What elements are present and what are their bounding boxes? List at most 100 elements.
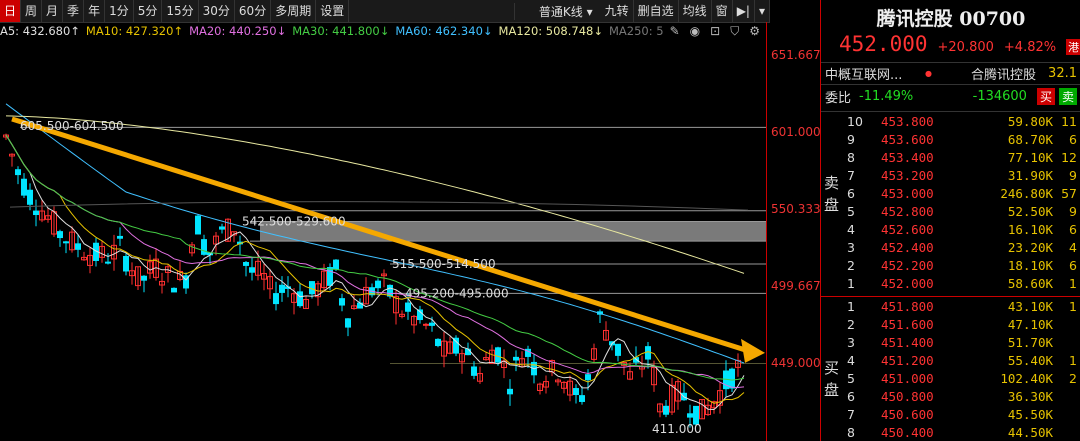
settings-icon[interactable]: ⚙	[749, 24, 760, 39]
ask-book: 卖盘 10 453.800 59.80K 11 9 453.600 68.70K 6 8 453.…	[821, 111, 1080, 292]
candle-body	[405, 302, 411, 312]
ma-legend-item: MA60: 462.340↓	[395, 24, 493, 38]
tab-9[interactable]: 60分	[235, 0, 272, 22]
orderbook-row[interactable]: 8 450.400 44.50K	[821, 423, 1080, 441]
candle-body	[471, 366, 477, 376]
tab-11[interactable]: 设置	[316, 0, 350, 22]
orderbook-row[interactable]: 9 453.600 68.70K 6	[821, 130, 1080, 148]
kline-chart[interactable]: 605.500-604.500 542.500-529.600 515.500-51…	[0, 40, 770, 441]
orderbook-ex: 6	[1069, 257, 1077, 273]
weibi-label: 委比	[825, 90, 852, 106]
ma-legend-item: MA250: 5	[609, 24, 664, 38]
candle-body	[579, 395, 585, 402]
orderbook-row[interactable]: 1 451.800 43.10K 1	[821, 297, 1080, 315]
orderbook-vol: 23.20K	[1007, 239, 1053, 255]
orderbook-vol: 18.10K	[1007, 257, 1053, 273]
candle-body	[171, 287, 177, 293]
orderbook-row[interactable]: 8 453.400 77.10K 12	[821, 148, 1080, 166]
orderbook-vol: 52.50K	[1007, 203, 1053, 219]
candle-body	[117, 235, 123, 239]
orderbook-lv: 2	[847, 257, 855, 273]
toolbar-button-1[interactable]: 删自选	[634, 0, 679, 22]
arrow-right-icon[interactable]: ▶|	[733, 0, 755, 22]
candle-body	[123, 255, 129, 272]
lock-icon[interactable]: ⊡	[710, 24, 720, 39]
sector-link[interactable]: 中概互联网...	[825, 64, 925, 83]
candle-body	[453, 337, 459, 354]
orderbook-px: 453.600	[881, 131, 934, 147]
orderbook-row[interactable]: 1 452.000 58.60K 1	[821, 274, 1080, 292]
orderbook-row[interactable]: 5 451.000 102.40K 2	[821, 369, 1080, 387]
orderbook-row[interactable]: 7 453.200 31.90K 9	[821, 166, 1080, 184]
orderbook-row[interactable]: 6 453.000 246.80K 57	[821, 184, 1080, 202]
pen-icon[interactable]: ✎	[670, 24, 680, 39]
orderbook-row[interactable]: 4 452.600 16.10K 6	[821, 220, 1080, 238]
price-axis-label: 601.000	[771, 124, 821, 139]
tab-5[interactable]: 1分	[105, 0, 134, 22]
shirt-icon[interactable]: ⛉	[730, 24, 739, 39]
orderbook-row[interactable]: 6 450.800 36.30K	[821, 387, 1080, 405]
candle-body	[345, 318, 351, 328]
price-axis-label: 499.667	[771, 278, 821, 293]
tab-10[interactable]: 多周期	[271, 0, 317, 22]
price-annotation: 411.000	[652, 422, 702, 436]
kline-type-select[interactable]: 普通K线 ▾	[513, 2, 601, 20]
chevron-down-icon: ▾	[586, 4, 593, 19]
orderbook-vol: 58.60K	[1007, 275, 1053, 291]
orderbook-px: 452.200	[881, 257, 934, 273]
ma-legend: A5: 432.680↑ MA10: 427.320↑ MA20: 440.250↓…	[0, 22, 770, 40]
period-toolbar: 日周月季年 1分 5分 15分 30分 60分 多周期 设置 普通K线 ▾ 九转 删自选 均线窗 …	[0, 0, 770, 23]
ma-legend-item: MA120: 508.748↓	[498, 24, 603, 38]
candle-body	[495, 347, 501, 363]
period-tabs: 日周月季年 1分 5分 15分 30分 60分 多周期 设置	[0, 0, 350, 22]
candle-body	[33, 210, 39, 216]
toolbar-button-2[interactable]: 均线	[679, 0, 712, 22]
tab-7[interactable]: 15分	[162, 0, 199, 22]
orderbook-px: 451.400	[881, 334, 934, 350]
buy-button[interactable]: 买	[1036, 87, 1055, 105]
candle-body	[387, 284, 393, 297]
orderbook-row[interactable]: 2 451.600 47.10K	[821, 315, 1080, 333]
orderbook-px: 451.000	[881, 370, 934, 386]
sell-button[interactable]: 卖	[1058, 87, 1077, 105]
candle-body	[63, 241, 69, 244]
tab-1[interactable]: 周	[21, 0, 43, 22]
tab-2[interactable]: 月	[42, 0, 64, 22]
ma-legend-item: MA20: 440.250↓	[189, 24, 287, 38]
tab-3[interactable]: 季	[63, 0, 85, 22]
toolbar-right: 普通K线 ▾ 九转 删自选 均线窗 ▶| ▾	[513, 0, 770, 22]
ma-legend-item: MA10: 427.320↑	[85, 24, 184, 38]
chevron-down-icon[interactable]: ▾	[755, 0, 770, 22]
candle-body	[273, 293, 279, 305]
tab-4[interactable]: 年	[84, 0, 106, 22]
orderbook-row[interactable]: 7 450.600 45.50K	[821, 405, 1080, 423]
orderbook-row[interactable]: 4 451.200 55.40K 1	[821, 351, 1080, 369]
related-link[interactable]: 合腾讯控股	[971, 64, 1036, 83]
candle-body	[729, 368, 735, 389]
ma250-line	[9, 201, 749, 211]
weibi-row: 委比 -11.49% -134600 买 卖	[821, 84, 1080, 107]
tab-0[interactable]: 日	[0, 0, 22, 22]
orderbook-row[interactable]: 3 451.400 51.70K	[821, 333, 1080, 351]
orderbook-ex: 1	[1069, 352, 1077, 368]
candle-body	[423, 323, 429, 326]
toolbar-button-3[interactable]: 窗	[712, 0, 733, 22]
toolbar-button-0[interactable]: 九转	[601, 0, 634, 22]
orderbook-row[interactable]: 2 452.200 18.10K 6	[821, 256, 1080, 274]
orderbook-row[interactable]: 5 452.800 52.50K 9	[821, 202, 1080, 220]
orderbook-vol: 68.70K	[1007, 131, 1053, 147]
candle-body	[375, 280, 381, 289]
orderbook-lv: 1	[847, 298, 855, 314]
eye-icon[interactable]: ◉	[690, 24, 700, 39]
stock-title: 腾讯控股 00700	[876, 8, 1026, 30]
price-change: +20.800	[937, 40, 994, 55]
orderbook-lv: 10	[847, 113, 863, 129]
orderbook-row[interactable]: 3 452.400 23.20K 4	[821, 238, 1080, 256]
orderbook-px: 451.600	[881, 316, 934, 332]
candle-body	[513, 356, 519, 361]
tab-6[interactable]: 5分	[134, 0, 163, 22]
tab-8[interactable]: 30分	[199, 0, 235, 22]
price-annotation: 542.500-529.600	[242, 215, 346, 229]
orderbook-row[interactable]: 10 453.800 59.80K 11	[821, 112, 1080, 130]
orderbook-px: 452.600	[881, 221, 934, 237]
